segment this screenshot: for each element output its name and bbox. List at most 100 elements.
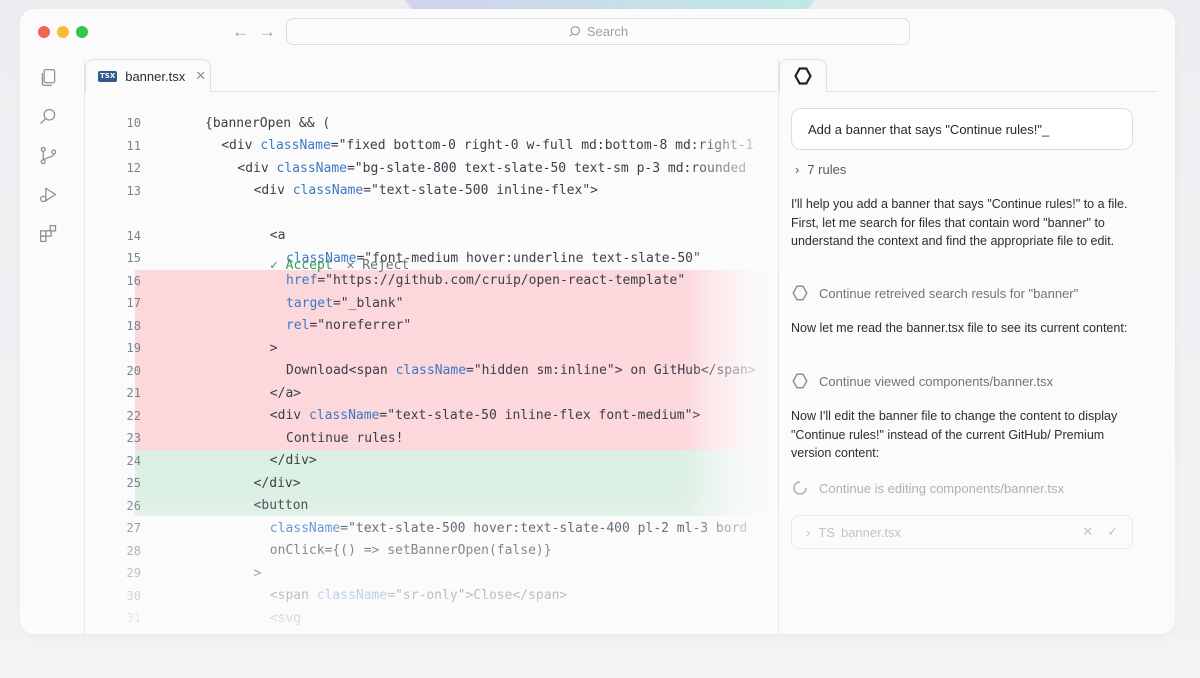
assistant-message-2: Now let me read the banner.tsx file to s…: [791, 321, 1128, 335]
code-line: 25 </div>: [85, 472, 778, 495]
activity-bar: [38, 67, 62, 244]
code-line: 28 onClick={() => setBannerOpen(false)}: [85, 540, 778, 563]
extensions-icon[interactable]: [38, 223, 59, 244]
code-line: 15 className="font-medium hover:underline…: [85, 247, 778, 270]
code-text: Continue rules!: [286, 430, 404, 446]
run-debug-icon[interactable]: [38, 184, 59, 205]
prompt-text: Add a banner that says "Continue rules!"…: [808, 121, 1050, 137]
code-editor: TSX banner.tsx ✕ 10 {bannerOpen && ( 11 <di…: [84, 59, 778, 634]
search-sidebar-icon[interactable]: [38, 106, 59, 127]
status-search-text: Continue retreived search resuls for "ba…: [819, 285, 1079, 301]
code-line: 29 >: [85, 562, 778, 585]
code-text: onClick={() => setBannerOpen(false)}: [269, 543, 552, 559]
line-number: 27: [126, 521, 141, 536]
chat-panel: Add a banner that says "Continue rules!"…: [778, 59, 1159, 634]
code-text: Download<span className="hidden sm:inlin…: [286, 363, 756, 379]
code-text: </div>: [269, 453, 317, 469]
search-bar[interactable]: Search: [286, 18, 910, 45]
line-number: 22: [126, 408, 141, 423]
line-number: 21: [126, 386, 141, 401]
code-text: <button: [253, 498, 309, 514]
line-number: 12: [126, 161, 141, 176]
editor-tab-bar: TSX banner.tsx ✕: [85, 59, 777, 93]
back-arrow-icon[interactable]: ←: [232, 22, 249, 42]
reject-change-icon[interactable]: ✕: [1082, 524, 1093, 540]
status-search: Continue retreived search resuls for "ba…: [791, 284, 1078, 302]
code-text: </a>: [269, 385, 302, 401]
code-line: 20 Download<span className="hidden sm:inl…: [85, 360, 778, 383]
search-icon: [569, 26, 580, 37]
code-text: target="_blank": [286, 295, 404, 311]
chevron-right-icon: ›: [795, 162, 800, 177]
loading-spinner-icon: [793, 481, 807, 495]
navigation-arrows: ← →: [232, 22, 276, 42]
rules-label: 7 rules: [807, 162, 847, 177]
line-number: 31: [126, 611, 141, 626]
code-line: 10 {bannerOpen && (: [85, 112, 778, 135]
assistant-message-1: I'll help you add a banner that says "Co…: [791, 197, 1128, 248]
app-window: ← → Search TSX banner.tsx ✕ 10 {bannerOpe…: [20, 9, 1175, 634]
diff-actions: ✓ Accept ✕ Reject: [270, 258, 409, 273]
status-viewed: Continue viewed components/banner.tsx: [791, 372, 1053, 390]
prompt-input[interactable]: Add a banner that says "Continue rules!"…: [791, 108, 1133, 150]
code-line: 21 </a>: [85, 382, 778, 405]
code-text: {bannerOpen && (: [205, 115, 331, 131]
code-line: 16 href="https://github.com/cruip/open-re…: [85, 270, 778, 293]
close-tab-icon[interactable]: ✕: [195, 68, 206, 84]
code-text: className="w-4 h-4 shrink-0 fill-current…: [286, 633, 607, 634]
code-line: 14 <a: [85, 225, 778, 248]
line-number: 10: [126, 116, 141, 131]
accept-button[interactable]: ✓ Accept: [270, 258, 333, 273]
tsx-file-icon: TSX: [98, 70, 118, 82]
continue-status-icon: [792, 373, 808, 389]
rules-toggle[interactable]: › 7 rules: [795, 162, 846, 177]
line-number: 14: [126, 228, 141, 243]
chat-tab-bar: [779, 59, 1158, 93]
code-line: 30 <span className="sr-only">Close</span>: [85, 585, 778, 608]
file-card-actions: ✕ ✓: [1082, 524, 1118, 540]
minimize-window-button[interactable]: [57, 26, 69, 38]
chevron-right-icon: ›: [806, 524, 811, 540]
forward-arrow-icon[interactable]: →: [259, 22, 276, 42]
line-number: 11: [126, 138, 141, 153]
edited-file-card[interactable]: › TS banner.tsx ✕ ✓: [791, 515, 1133, 549]
code-line: 17 target="_blank": [85, 292, 778, 315]
files-icon[interactable]: [38, 67, 59, 88]
code-line: 23 Continue rules!: [85, 427, 778, 450]
line-number: 16: [126, 273, 141, 288]
tab-banner-tsx[interactable]: TSX banner.tsx ✕: [85, 59, 211, 93]
code-text: className="text-slate-500 hover:text-sla…: [269, 520, 748, 536]
code-text: <svg: [269, 610, 302, 626]
line-number: 15: [126, 251, 141, 266]
code-text: <div className="fixed bottom-0 right-0 w…: [221, 138, 754, 154]
code-text: >: [269, 340, 278, 356]
line-number: 23: [126, 431, 141, 446]
source-control-icon[interactable]: [38, 145, 59, 166]
code-line: 12 <div className="bg-slate-800 text-slat…: [85, 157, 778, 180]
line-number: 18: [126, 318, 141, 333]
close-window-button[interactable]: [38, 26, 50, 38]
code-line: 22 <div className="text-slate-50 inline-f…: [85, 405, 778, 428]
code-text: <span className="sr-only">Close</span>: [269, 588, 568, 604]
status-viewed-text: Continue viewed components/banner.tsx: [819, 373, 1054, 389]
window-controls: [38, 26, 88, 38]
line-number: 13: [126, 183, 141, 198]
accept-change-icon[interactable]: ✓: [1107, 524, 1118, 540]
code-text: href="https://github.com/cruip/open-reac…: [286, 273, 686, 289]
reject-button[interactable]: ✕ Reject: [347, 258, 410, 273]
status-editing-text: Continue is editing components/banner.ts…: [819, 480, 1064, 496]
code-text: rel="noreferrer": [286, 318, 412, 334]
code-line: 11 <div className="fixed bottom-0 right-0…: [85, 135, 778, 158]
maximize-window-button[interactable]: [76, 26, 88, 38]
search-placeholder: Search: [586, 24, 629, 39]
line-number: 25: [126, 476, 141, 491]
continue-tab[interactable]: [779, 59, 827, 93]
code-line: className="w-4 h-4 shrink-0 fill-current…: [85, 630, 778, 634]
assistant-message-3: Now I'll edit the banner file to change …: [791, 409, 1118, 460]
line-number: 28: [126, 543, 141, 558]
line-number: 20: [126, 363, 141, 378]
code-line: 31 <svg: [85, 607, 778, 630]
code-text: <a: [269, 228, 286, 244]
line-number: 29: [126, 566, 141, 581]
line-number: 19: [126, 341, 141, 356]
